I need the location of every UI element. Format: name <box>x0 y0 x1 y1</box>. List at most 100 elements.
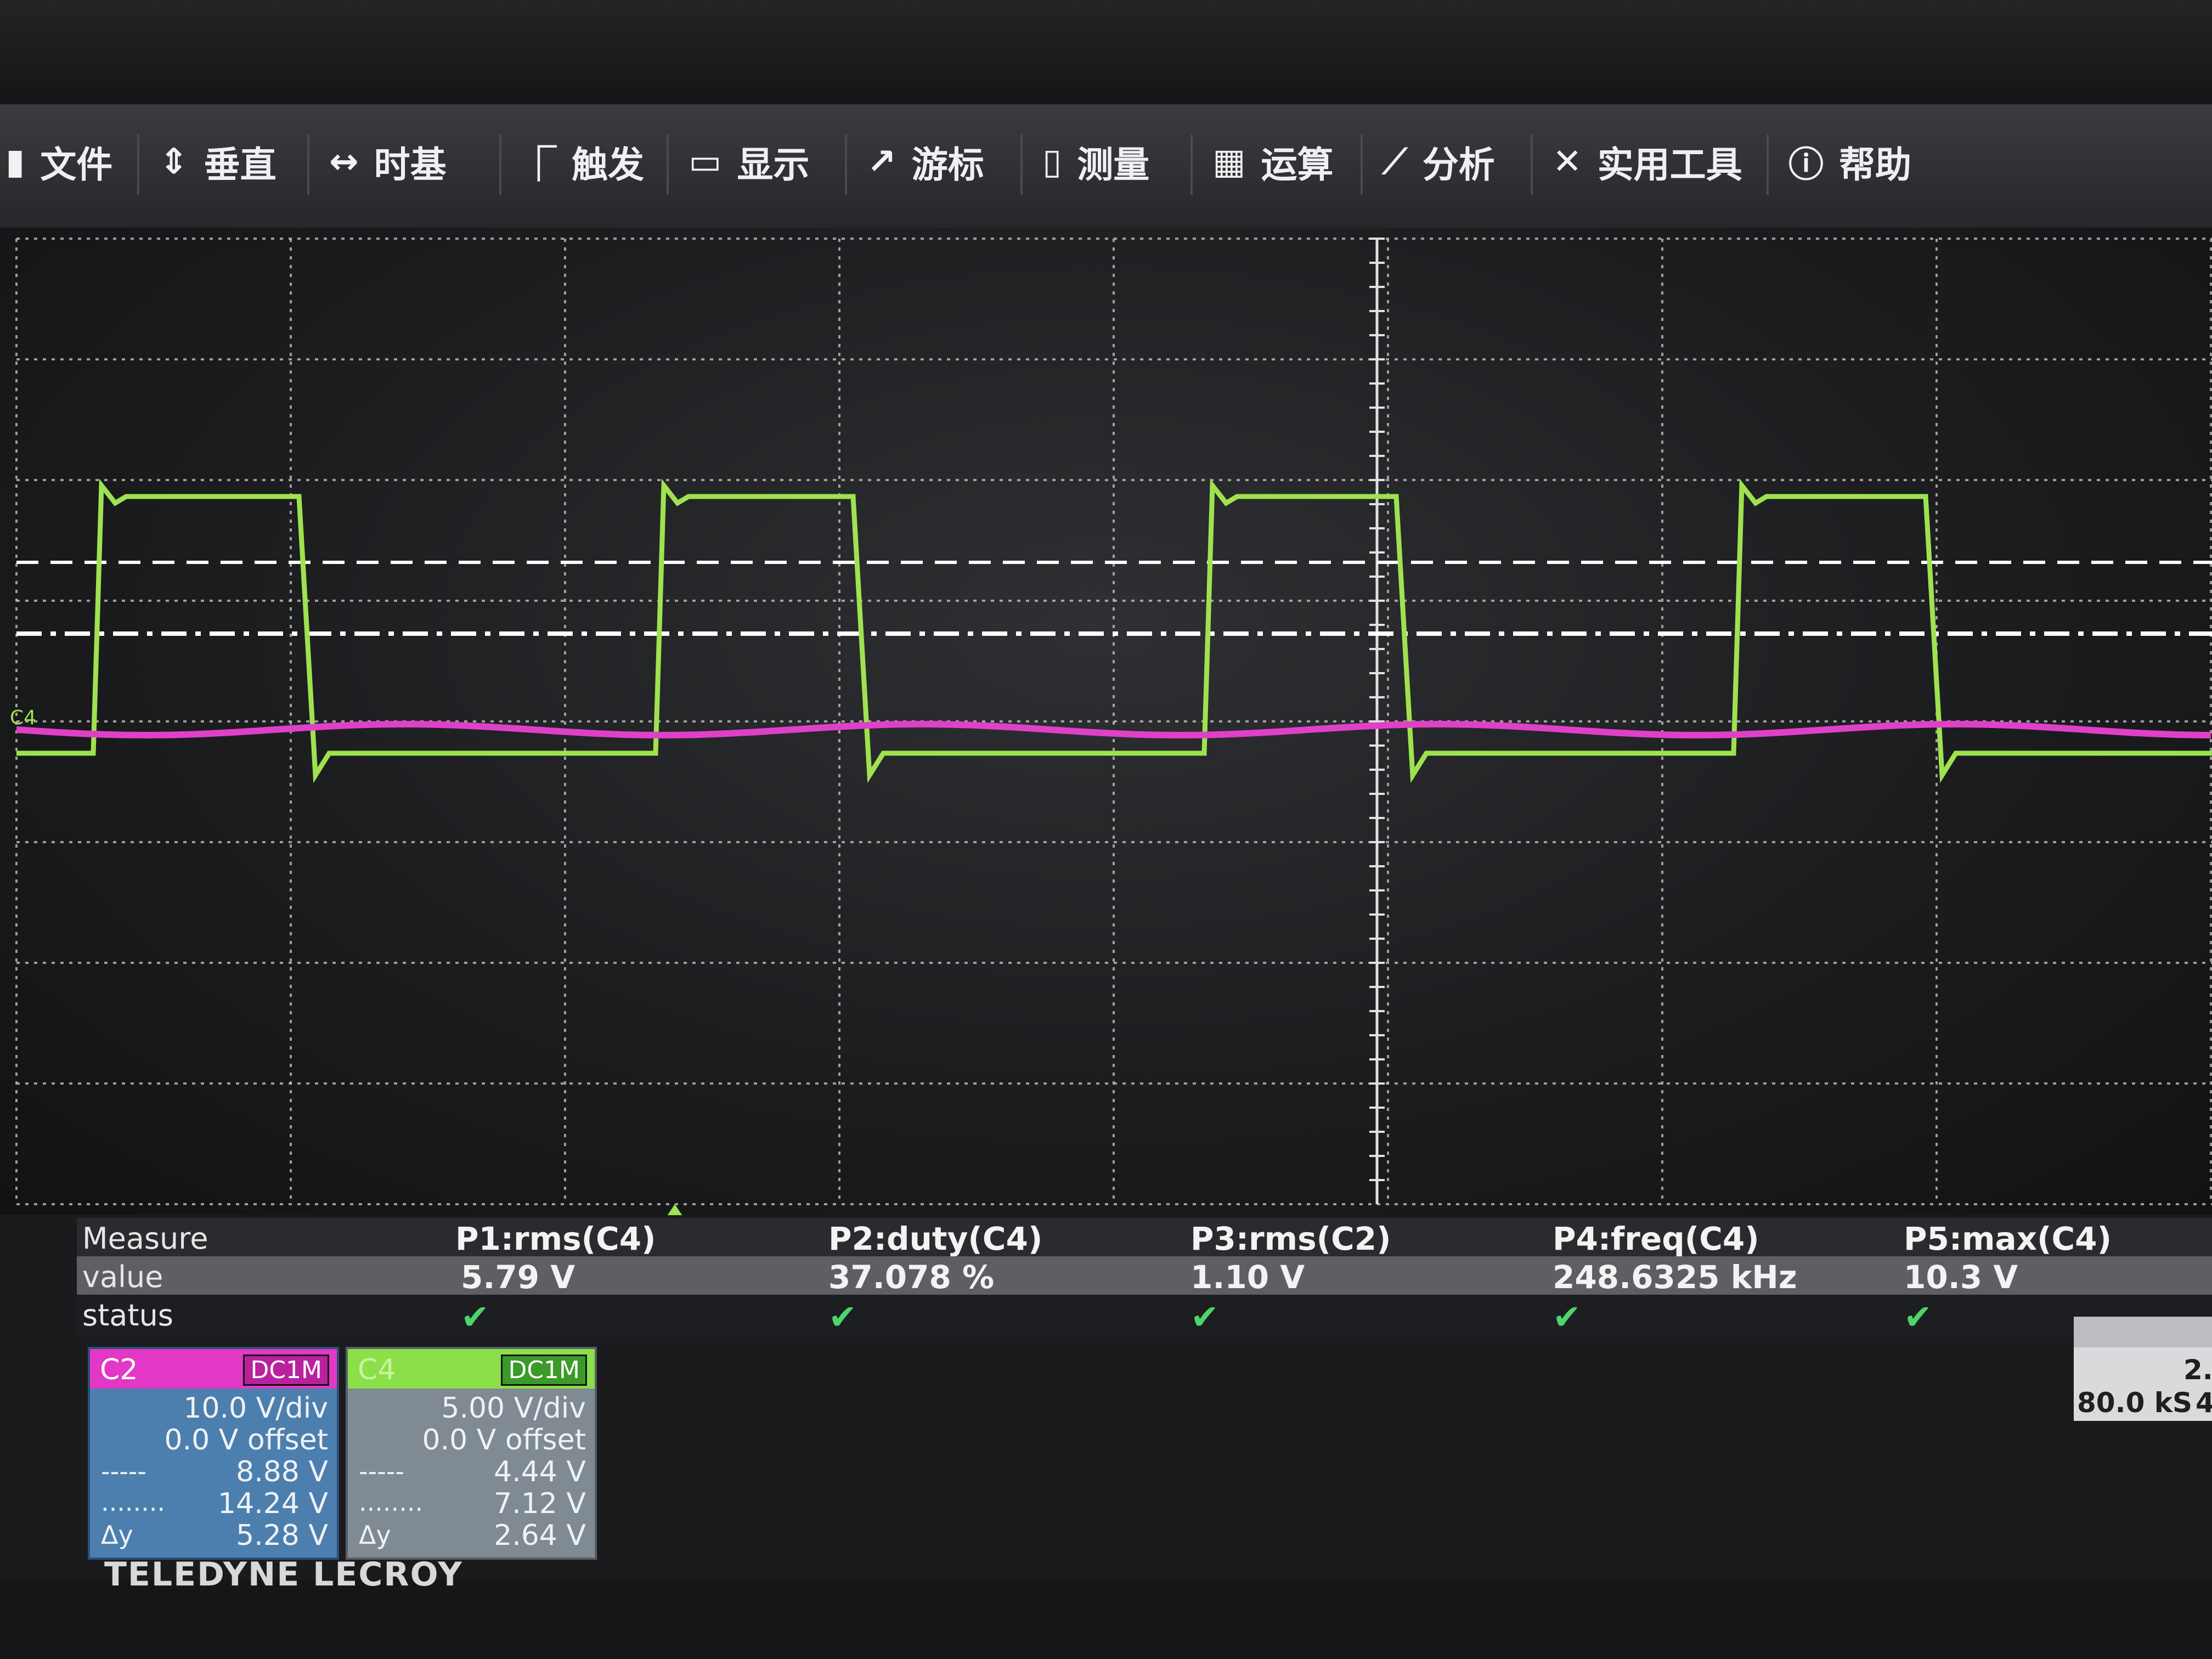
trigger-icon: ⎾ <box>521 145 556 185</box>
delta-value: 5.28 V <box>236 1519 328 1552</box>
menu-label: 分析 <box>1422 144 1495 186</box>
coupling-badge: DC1M <box>501 1355 587 1386</box>
status-check-icon: ✔ <box>1553 1297 1581 1337</box>
delta-label: Δy <box>101 1520 133 1550</box>
menu-item-9[interactable]: ⟋ 分析 <box>1383 126 1495 198</box>
cursor1-label: ----- <box>359 1457 404 1486</box>
menu-separator <box>1361 134 1363 195</box>
menu-item-2[interactable]: ⇕ 垂直 <box>159 126 276 198</box>
menu-item-3[interactable]: ↔ 时基 <box>329 126 447 198</box>
menu-item-6[interactable]: ↗ 游标 <box>867 126 984 198</box>
menu-bar: ▮ 文件 ⇕ 垂直 ↔ 时基 ⎾ 触发 ▭ 显示 ↗ 游标 ▯ 测量 ▦ 运算 ⟋ 分析 ✕ 实用工具 ⓘ 帮助 <box>0 104 2212 231</box>
file-icon: ▮ <box>5 142 25 182</box>
cursor2-value: 14.24 V <box>218 1487 328 1520</box>
channel-marker-c4: C4 <box>10 707 36 729</box>
timebase-header <box>2074 1317 2212 1347</box>
waveform-display[interactable]: C4 <box>0 228 2212 1215</box>
measure-icon: ▯ <box>1042 142 1062 182</box>
measure-header-label: Measure <box>82 1221 208 1256</box>
trigger-position-marker <box>667 1204 682 1215</box>
channel-name: C2 <box>100 1353 138 1386</box>
menu-separator <box>1190 134 1193 195</box>
menu-item-1[interactable]: ▮ 文件 <box>5 126 112 198</box>
menu-item-4[interactable]: ⎾ 触发 <box>521 126 644 198</box>
param-name-p5[interactable]: P5:max(C4) <box>1904 1220 2112 1257</box>
param-value-p2: 37.078 % <box>828 1259 995 1296</box>
status-check-icon: ✔ <box>461 1297 489 1337</box>
menu-label: 显示 <box>737 144 810 186</box>
measure-header-row: Measure P1:rms(C4) P2:duty(C4) P3:rms(C2… <box>77 1218 2212 1257</box>
timebase-line3: 4 <box>2196 1387 2212 1419</box>
trace-c2 <box>16 721 2211 739</box>
measure-value-row: value 5.79 V 37.078 % 1.10 V 248.6325 kH… <box>77 1256 2212 1296</box>
menu-item-8[interactable]: ▦ 运算 <box>1212 126 1333 198</box>
cursor1-value: 4.44 V <box>494 1455 586 1488</box>
cursor1-value: 8.88 V <box>236 1455 328 1488</box>
menu-separator <box>137 134 139 195</box>
cursor2-value: 7.12 V <box>494 1487 586 1520</box>
menu-separator <box>499 134 501 195</box>
menu-label: 实用工具 <box>1597 144 1742 186</box>
math-icon: ▦ <box>1212 142 1246 182</box>
menu-label: 运算 <box>1261 144 1334 186</box>
menu-label: 触发 <box>572 144 644 186</box>
menu-separator <box>845 134 847 195</box>
cursor1-label: ----- <box>101 1457 146 1486</box>
volts-per-div: 5.00 V/div <box>441 1392 586 1425</box>
cursor-icon: ↗ <box>867 142 896 182</box>
tools-icon: ✕ <box>1553 142 1582 182</box>
menu-label: 文件 <box>40 144 113 186</box>
param-value-p1: 5.79 V <box>461 1259 575 1296</box>
menu-label: 垂直 <box>204 144 276 186</box>
timebase-line1: 2. <box>2183 1354 2212 1386</box>
channel-name: C4 <box>358 1353 396 1386</box>
status-check-icon: ✔ <box>1904 1297 1932 1337</box>
offset-value: 0.0 V offset <box>422 1424 586 1457</box>
channel-header-c4: C4 DC1M <box>348 1349 595 1389</box>
menu-label: 时基 <box>374 144 447 186</box>
delta-value: 2.64 V <box>494 1519 586 1552</box>
param-value-p3: 1.10 V <box>1190 1259 1305 1296</box>
display-icon: ▭ <box>689 142 722 182</box>
timebase-descriptor[interactable]: 2. 80.0 kS 4 <box>2074 1317 2212 1421</box>
menu-item-5[interactable]: ▭ 显示 <box>689 126 809 198</box>
analysis-icon: ⟋ <box>1383 142 1407 182</box>
menu-item-11[interactable]: ⓘ 帮助 <box>1788 126 1911 198</box>
param-value-p5: 10.3 V <box>1904 1259 2018 1296</box>
monitor-bezel-top <box>0 0 2212 104</box>
menu-separator <box>667 134 669 195</box>
waveform-canvas: C4 <box>10 238 2212 1215</box>
cursor2-label: ........ <box>101 1487 165 1517</box>
offset-value: 0.0 V offset <box>164 1424 328 1457</box>
menu-separator <box>1531 134 1533 195</box>
menu-separator <box>1020 134 1023 195</box>
menu-item-7[interactable]: ▯ 测量 <box>1042 126 1149 198</box>
volts-per-div: 10.0 V/div <box>183 1392 328 1425</box>
help-icon: ⓘ <box>1788 145 1824 185</box>
status-check-icon: ✔ <box>828 1297 857 1337</box>
brand-logo: TELEDYNE LECROY <box>104 1555 463 1594</box>
measure-status-label: status <box>82 1298 173 1333</box>
param-name-p3[interactable]: P3:rms(C2) <box>1190 1220 1391 1257</box>
menu-item-10[interactable]: ✕ 实用工具 <box>1553 126 1742 198</box>
param-value-p4: 248.6325 kHz <box>1553 1259 1797 1296</box>
measurement-table: Measure P1:rms(C4) P2:duty(C4) P3:rms(C2… <box>77 1218 2212 1344</box>
channel-descriptor-c2[interactable]: C2 DC1M 10.0 V/div 0.0 V offset ----- 8.… <box>88 1347 339 1560</box>
menu-label: 帮助 <box>1839 144 1911 186</box>
timebase-icon: ↔ <box>329 142 359 182</box>
measure-status-row: status ✔ ✔ ✔ ✔ ✔ <box>77 1295 2212 1337</box>
vertical-icon: ⇕ <box>159 142 189 182</box>
coupling-badge: DC1M <box>243 1355 329 1386</box>
measure-value-label: value <box>82 1260 163 1294</box>
menu-label: 游标 <box>911 144 984 186</box>
param-name-p1[interactable]: P1:rms(C4) <box>455 1220 656 1257</box>
sample-count: 80.0 kS <box>2077 1387 2193 1419</box>
param-name-p2[interactable]: P2:duty(C4) <box>828 1220 1042 1257</box>
menu-separator <box>307 134 309 195</box>
menu-label: 测量 <box>1077 144 1150 186</box>
status-check-icon: ✔ <box>1190 1297 1219 1337</box>
cursor2-label: ........ <box>359 1487 423 1517</box>
channel-header-c2: C2 DC1M <box>90 1349 337 1389</box>
channel-descriptor-c4[interactable]: C4 DC1M 5.00 V/div 0.0 V offset ----- 4.… <box>346 1347 597 1560</box>
param-name-p4[interactable]: P4:freq(C4) <box>1553 1220 1759 1257</box>
